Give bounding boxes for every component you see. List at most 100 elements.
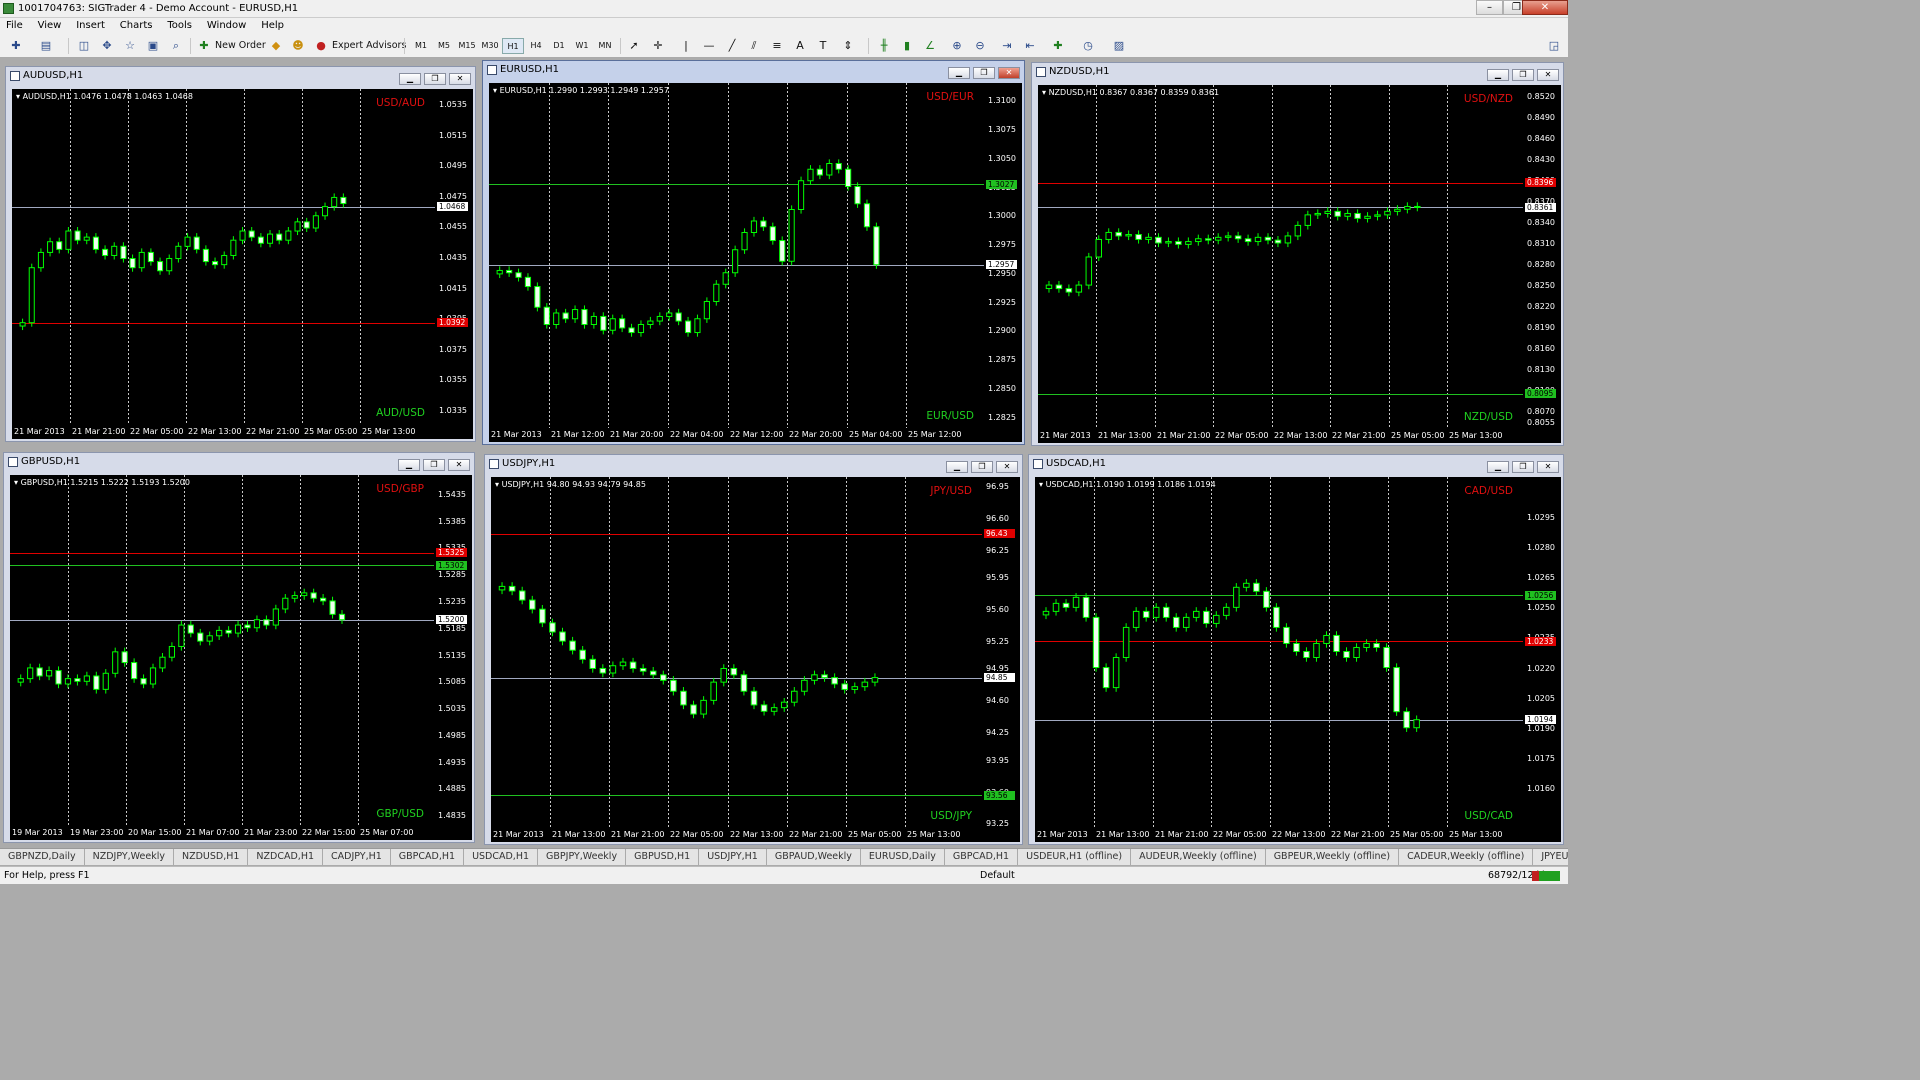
time-scale[interactable]: 21 Mar 2013 21 Mar 12:00 21 Mar 20:00 22 Ma… [489, 428, 1022, 442]
time-scale[interactable]: 21 Mar 2013 21 Mar 13:00 21 Mar 21:00 22 Ma… [1038, 429, 1561, 443]
chart-tab[interactable]: NZDJPY,Weekly [85, 849, 174, 865]
chart-title-bar[interactable]: GBPUSD,H1 ▁ ❐ ✕ [4, 453, 474, 471]
chart-minimize-button[interactable]: ▁ [948, 67, 970, 79]
chart-close-button[interactable]: ✕ [996, 461, 1018, 473]
chart-plot[interactable]: ▾ GBPUSD,H1 1.5215 1.5222 1.5193 1.5200 U… [10, 475, 434, 826]
menu-insert[interactable]: Insert [70, 18, 111, 34]
chart-title-bar[interactable]: USDJPY,H1 ▁ ❐ ✕ [485, 455, 1022, 473]
chart-minimize-button[interactable]: ▁ [398, 459, 420, 471]
menu-charts[interactable]: Charts [114, 18, 159, 34]
price-scale[interactable]: 1.31001.30751.30501.30251.30001.29751.29… [984, 83, 1022, 428]
alert-icon[interactable]: ◆ [268, 38, 284, 54]
chart-minimize-button[interactable]: ▁ [946, 461, 968, 473]
channel-icon[interactable]: ⫽ [746, 38, 762, 54]
chart-tab[interactable]: GBPUSD,H1 [626, 849, 700, 865]
chart-shift-icon[interactable]: ⇤ [1022, 38, 1038, 54]
timeframe-h1[interactable]: H1 [502, 38, 524, 54]
candle-chart-icon[interactable]: ▮ [899, 38, 915, 54]
chart-window-nzdusd[interactable]: NZDUSD,H1 ▁ ❐ ✕ ▾ NZDUSD,H1 0.8367 0.8367 0… [1031, 62, 1564, 446]
price-scale[interactable]: 0.85200.84900.84600.84300.84000.83700.83… [1523, 85, 1561, 429]
profiles-icon[interactable]: ▤ [38, 38, 54, 54]
price-scale[interactable]: 96.95 96.60 96.25 95.95 95.60 95.25 94.95 94.60… [982, 477, 1020, 828]
fibonacci-icon[interactable]: ≡ [769, 38, 785, 54]
timeframe-m15[interactable]: M15 [456, 38, 478, 54]
chart-title-bar[interactable]: AUDUSD,H1 ▁ ❐ ✕ [6, 67, 475, 85]
chart-maximize-button[interactable]: ❐ [973, 67, 995, 79]
chart-maximize-button[interactable]: ❐ [1512, 461, 1534, 473]
expert-advisors-button[interactable]: ● Expert Advisors [314, 38, 406, 54]
chart-close-button[interactable]: ✕ [1537, 69, 1559, 81]
menu-window[interactable]: Window [201, 18, 252, 34]
timeframe-d1[interactable]: D1 [548, 38, 570, 54]
templates-icon[interactable]: ▨ [1111, 38, 1127, 54]
autoscroll-icon[interactable]: ⇥ [999, 38, 1015, 54]
strategy-tester-icon[interactable]: ⌕ [168, 38, 184, 54]
time-scale[interactable]: 21 Mar 2013 21 Mar 13:00 21 Mar 21:00 22 Ma… [491, 828, 1020, 842]
minimize-button[interactable]: – [1476, 0, 1503, 15]
line-chart-icon[interactable]: ∠ [922, 38, 938, 54]
chart-tab[interactable]: GBPCAD,H1 [945, 849, 1019, 865]
crosshair-icon[interactable]: ✛ [650, 38, 666, 54]
chart-tab[interactable]: GBPAUD,Weekly [767, 849, 861, 865]
price-scale[interactable]: 1.0535 1.0515 1.0495 1.0475 1.0455 1.0435 1.04… [435, 89, 473, 425]
chart-close-button[interactable]: ✕ [448, 459, 470, 471]
chart-plot[interactable]: ▾ USDJPY,H1 94.80 94.93 94.79 94.85 JPY/U… [491, 477, 982, 828]
arrows-icon[interactable]: ⇕ [840, 38, 856, 54]
chart-tab[interactable]: NZDUSD,H1 [174, 849, 249, 865]
close-button[interactable]: ✕ [1522, 0, 1568, 15]
chart-minimize-button[interactable]: ▁ [399, 73, 421, 85]
time-scale[interactable]: 21 Mar 2013 21 Mar 21:00 22 Mar 05:00 22 Ma… [12, 425, 473, 439]
timeframe-h4[interactable]: H4 [525, 38, 547, 54]
periods-icon[interactable]: ◷ [1080, 38, 1096, 54]
text-icon[interactable]: A [792, 38, 808, 54]
cursor-icon[interactable]: ➚ [626, 38, 642, 54]
timeframe-mn[interactable]: MN [594, 38, 616, 54]
chart-tab[interactable]: JPYEUR,Weekly (offline) [1533, 849, 1568, 865]
timeframe-w1[interactable]: W1 [571, 38, 593, 54]
chart-minimize-button[interactable]: ▁ [1487, 69, 1509, 81]
chart-close-button[interactable]: ✕ [449, 73, 471, 85]
price-scale[interactable]: 1.54351.53851.53351.52851.52351.51851.51… [434, 475, 472, 826]
chart-window-gbpusd[interactable]: GBPUSD,H1 ▁ ❐ ✕ ▾ GBPUSD,H1 1.5215 1.5222 1… [3, 452, 475, 843]
chart-window-eurusd[interactable]: EURUSD,H1 ▁ ❐ ✕ ▾ EURUSD,H1 1.2990 1.2993 1… [482, 60, 1025, 445]
menu-help[interactable]: Help [255, 18, 290, 34]
text-label-icon[interactable]: T [815, 38, 831, 54]
chart-tab[interactable]: EURUSD,Daily [861, 849, 945, 865]
chart-tab[interactable]: GBPNZD,Daily [0, 849, 85, 865]
chart-window-usdjpy[interactable]: USDJPY,H1 ▁ ❐ ✕ ▾ USDJPY,H1 94.80 94.93 94.… [484, 454, 1023, 845]
timeframe-m1[interactable]: M1 [410, 38, 432, 54]
chart-title-bar[interactable]: NZDUSD,H1 ▁ ❐ ✕ [1032, 63, 1563, 81]
chart-tab[interactable]: GBPEUR,Weekly (offline) [1266, 849, 1400, 865]
chart-close-button[interactable]: ✕ [998, 67, 1020, 79]
new-chart-icon[interactable]: ✚ [8, 38, 24, 54]
chart-minimize-button[interactable]: ▁ [1487, 461, 1509, 473]
time-scale[interactable]: 19 Mar 2013 19 Mar 23:00 20 Mar 15:00 21 Ma… [10, 826, 472, 840]
chart-tab[interactable]: NZDCAD,H1 [248, 849, 324, 865]
new-order-button[interactable]: ✚ New Order [197, 38, 265, 54]
expert-icon[interactable]: ☻ [290, 38, 306, 54]
chart-tab[interactable]: USDCAD,H1 [464, 849, 539, 865]
bar-chart-icon[interactable]: ╫ [876, 38, 892, 54]
chart-plot[interactable]: ▾ AUDUSD,H1 1.0476 1.0478 1.0463 1.0468 U… [12, 89, 435, 425]
chart-title-bar[interactable]: EURUSD,H1 ▁ ❐ ✕ [483, 61, 1024, 79]
zoom-in-icon[interactable]: ⊕ [949, 38, 965, 54]
chart-maximize-button[interactable]: ❐ [1512, 69, 1534, 81]
chart-window-audusd[interactable]: AUDUSD,H1 ▁ ❐ ✕ ▾ AUDUSD,H1 1.0476 1.0478 1… [5, 66, 476, 442]
horizontal-line-icon[interactable]: — [701, 38, 717, 54]
favorites-icon[interactable]: ☆ [122, 38, 138, 54]
chart-tab[interactable]: CADJPY,H1 [323, 849, 391, 865]
chart-maximize-button[interactable]: ❐ [971, 461, 993, 473]
navigator-icon[interactable]: ✥ [99, 38, 115, 54]
terminal-icon[interactable]: ▣ [145, 38, 161, 54]
indicators-icon[interactable]: ✚ [1050, 38, 1066, 54]
chart-tab[interactable]: GBPCAD,H1 [391, 849, 465, 865]
chart-tab[interactable]: USDEUR,H1 (offline) [1018, 849, 1132, 865]
chart-tab[interactable]: USDJPY,H1 [699, 849, 767, 865]
chart-tab[interactable]: CADEUR,Weekly (offline) [1399, 849, 1534, 865]
vertical-line-icon[interactable]: | [678, 38, 694, 54]
chart-title-bar[interactable]: USDCAD,H1 ▁ ❐ ✕ [1029, 455, 1563, 473]
time-scale[interactable]: 21 Mar 2013 21 Mar 13:00 21 Mar 21:00 22 Ma… [1035, 828, 1561, 842]
menu-tools[interactable]: Tools [161, 18, 198, 34]
chart-close-button[interactable]: ✕ [1537, 461, 1559, 473]
chart-maximize-button[interactable]: ❐ [424, 73, 446, 85]
